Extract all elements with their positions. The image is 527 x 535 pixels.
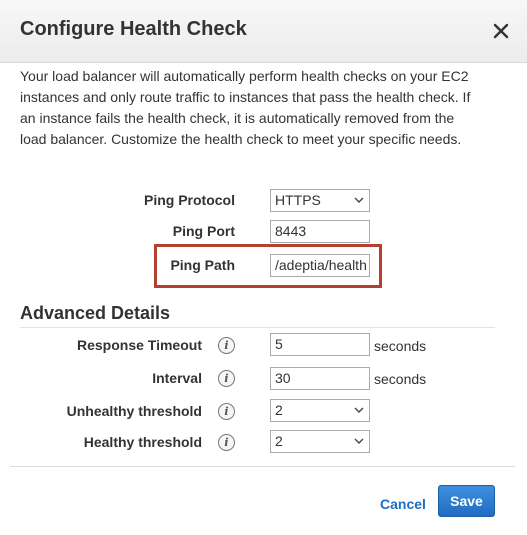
unhealthy-threshold-value: 2 bbox=[275, 402, 283, 418]
response-timeout-value: 5 bbox=[275, 336, 283, 352]
info-icon[interactable]: i bbox=[218, 370, 235, 387]
configure-health-check-dialog: Configure Health Check Your load balance… bbox=[0, 0, 527, 535]
info-icon[interactable]: i bbox=[218, 403, 235, 420]
ping-protocol-select[interactable]: HTTPS bbox=[270, 189, 370, 212]
footer-divider bbox=[10, 466, 515, 467]
ping-protocol-value: HTTPS bbox=[275, 192, 321, 208]
dialog-title: Configure Health Check bbox=[20, 18, 247, 40]
response-timeout-label: Response Timeout bbox=[77, 337, 202, 353]
close-button[interactable] bbox=[490, 20, 512, 42]
dialog-header: Configure Health Check bbox=[0, 0, 527, 63]
healthy-threshold-select[interactable]: 2 bbox=[270, 430, 370, 453]
chevron-down-icon bbox=[354, 407, 364, 413]
ping-path-value: /adeptia/health bbox=[275, 257, 367, 273]
response-timeout-unit: seconds bbox=[374, 338, 427, 354]
interval-label: Interval bbox=[152, 370, 202, 386]
info-icon[interactable]: i bbox=[218, 434, 235, 451]
unhealthy-threshold-label: Unhealthy threshold bbox=[66, 403, 202, 419]
ping-port-input[interactable]: 8443 bbox=[270, 220, 370, 243]
chevron-down-icon bbox=[354, 197, 364, 203]
unhealthy-threshold-select[interactable]: 2 bbox=[270, 399, 370, 422]
ping-path-label: Ping Path bbox=[170, 257, 235, 273]
close-icon bbox=[493, 23, 509, 39]
cancel-button[interactable]: Cancel bbox=[380, 496, 426, 512]
section-divider bbox=[20, 327, 495, 328]
ping-port-value: 8443 bbox=[275, 223, 307, 239]
advanced-details-heading: Advanced Details bbox=[20, 303, 171, 323]
info-icon[interactable]: i bbox=[218, 337, 235, 354]
interval-value: 30 bbox=[275, 370, 291, 386]
response-timeout-input[interactable]: 5 bbox=[270, 333, 370, 356]
dialog-description: Your load balancer will automatically pe… bbox=[20, 68, 471, 147]
chevron-down-icon bbox=[354, 438, 364, 444]
ping-port-label: Ping Port bbox=[172, 223, 235, 239]
ping-path-input[interactable]: /adeptia/health bbox=[270, 254, 370, 277]
interval-input[interactable]: 30 bbox=[270, 367, 370, 390]
healthy-threshold-label: Healthy threshold bbox=[83, 434, 202, 450]
interval-unit: seconds bbox=[374, 371, 427, 387]
save-button[interactable]: Save bbox=[438, 485, 495, 517]
healthy-threshold-value: 2 bbox=[275, 433, 283, 449]
ping-protocol-label: Ping Protocol bbox=[144, 192, 235, 208]
